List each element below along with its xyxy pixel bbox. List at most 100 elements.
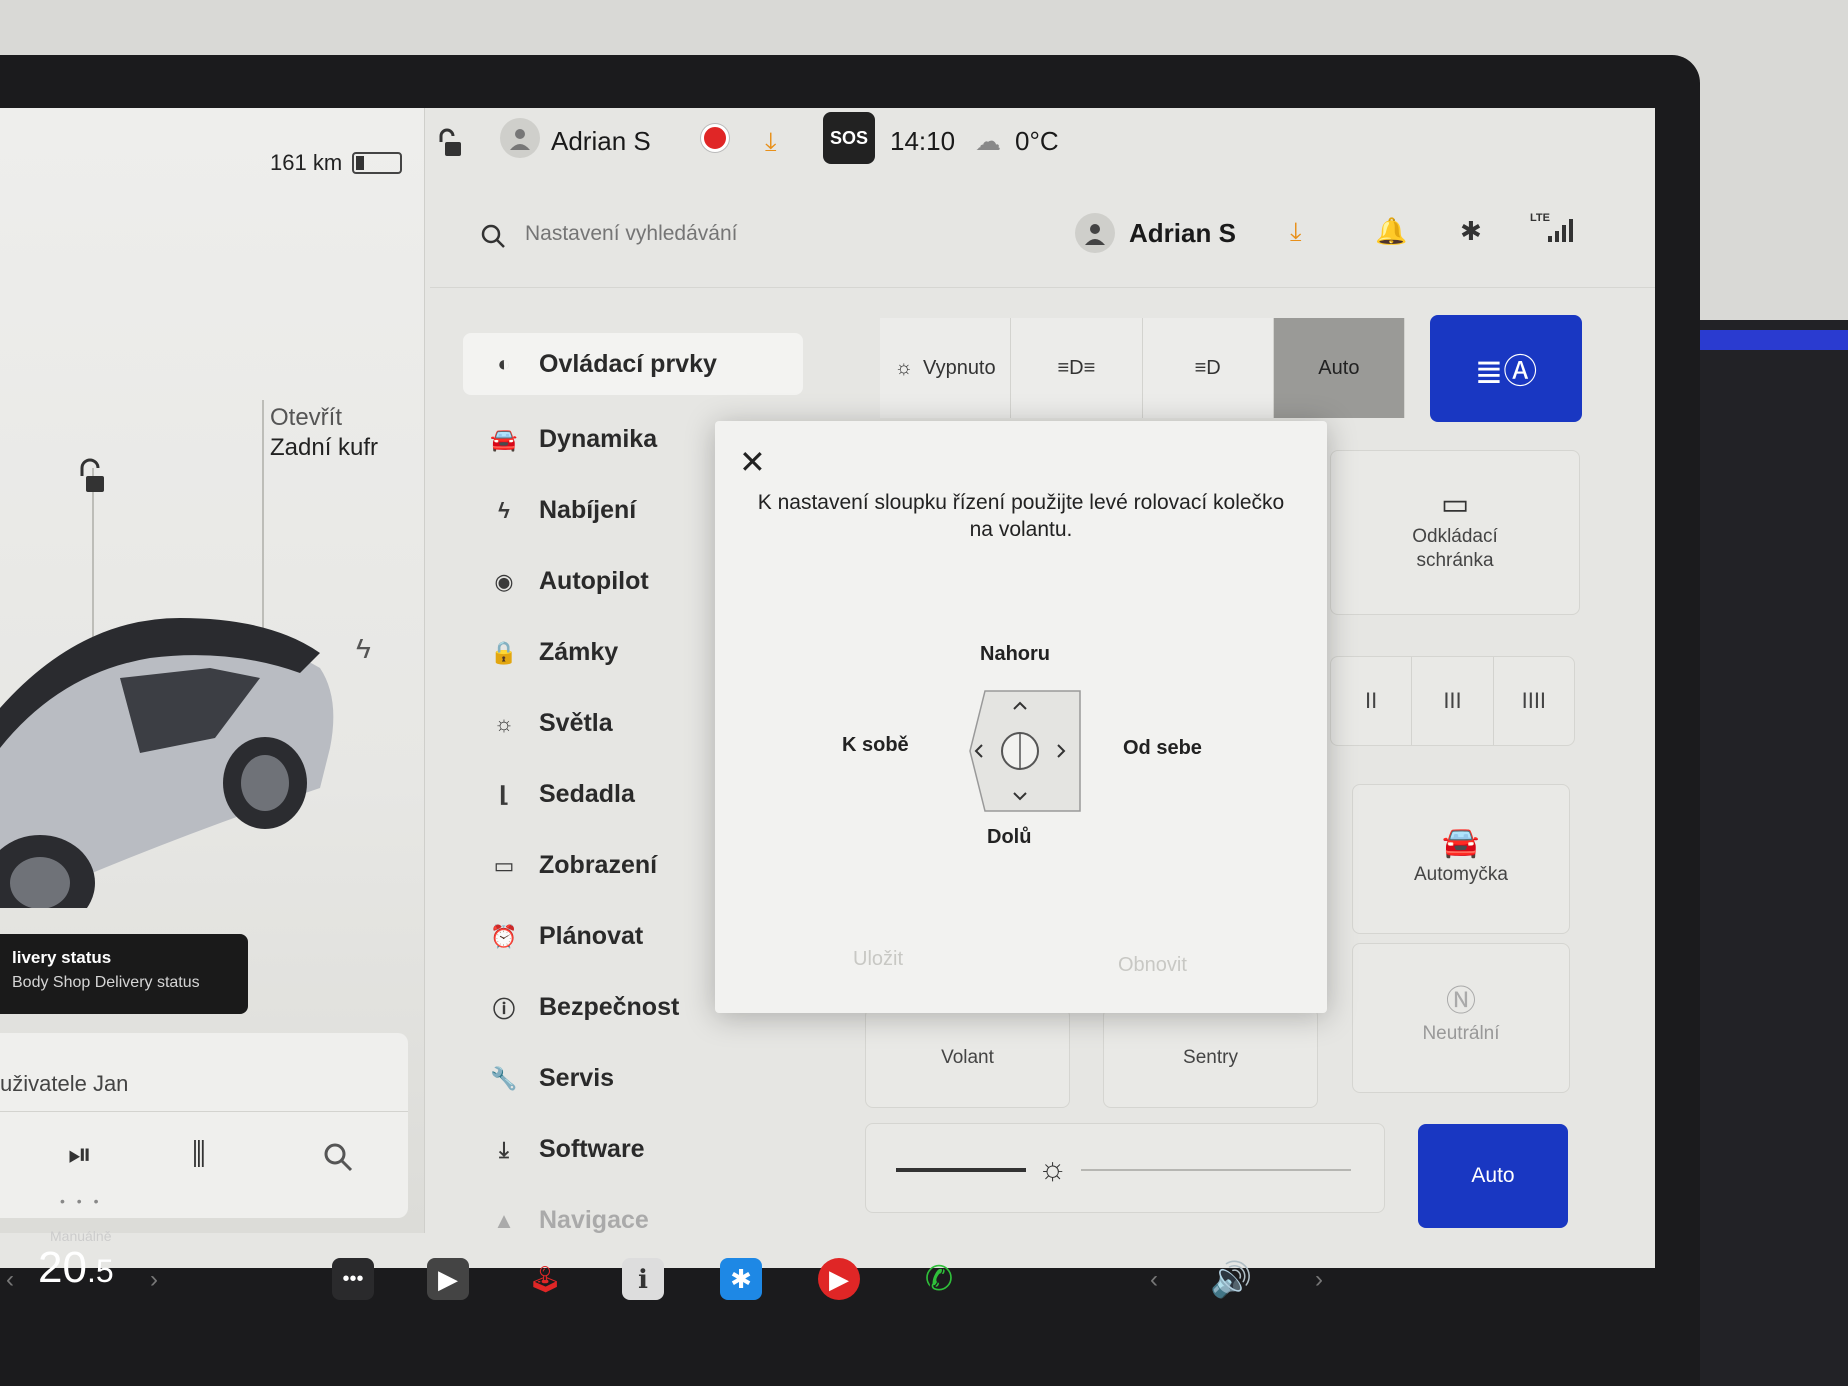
glovebox-label-1: Odkládací [1412,525,1498,547]
youtube-music-icon[interactable]: ▶ [818,1258,860,1300]
save-button[interactable]: Uložit [853,948,903,971]
delivery-title: livery status [12,948,112,967]
alert-icon: ⓘ [492,996,515,1022]
joystick-icon[interactable]: 🕹 [524,1258,566,1300]
battery-icon [352,152,403,174]
range-value: 161 km [270,150,343,175]
manual-icon[interactable]: ℹ [622,1258,664,1300]
phone-icon[interactable]: ✆ [918,1258,960,1300]
auto-high-beam-button[interactable]: ≣Ⓐ [1430,315,1582,422]
unlock-icon[interactable] [76,458,106,498]
lights-auto-label: Auto [1318,356,1360,379]
trunk-open-label: Otevřít [270,404,343,431]
menu-item-service[interactable]: 🔧 Servis [463,1043,803,1114]
profile-button[interactable]: Adrian S [1075,213,1236,253]
sentry-label: Sentry [1183,1047,1238,1068]
menu-item-label: Nabíjení [539,496,637,524]
equalizer-icon[interactable]: ⫼ [192,1138,206,1172]
volume-up-chevron-icon[interactable]: › [1315,1266,1323,1294]
glovebox-button[interactable]: ▭ Odkládací schránka [1330,450,1580,615]
volume-icon[interactable]: 🔊 [1210,1260,1252,1300]
auto-high-beam-icon: ≣Ⓐ [1474,353,1538,391]
car-status-pane: 161 km Otevřít Zadní kufr ϟ livery statu… [0,108,425,1233]
menu-item-label: Ovládací prvky [539,349,717,378]
parking-lights-option[interactable]: ≡D≡ [1011,318,1143,418]
cabin-temperature[interactable]: 20.5 [38,1243,114,1293]
steering-wheel-button[interactable]: Volant [865,1008,1070,1108]
neutral-button[interactable]: Ⓝ Neutrální [1352,943,1570,1093]
notification-bell-icon[interactable]: 🔔 [1375,216,1407,247]
menu-item-controls[interactable]: ◐ Ovládací prvky [463,333,803,395]
neutral-label: Neutrální [1422,1023,1500,1044]
software-update-icon[interactable]: ⤓ [765,126,777,158]
status-user-name[interactable]: Adrian S [551,126,651,157]
volume-down-chevron-icon[interactable]: ‹ [1150,1266,1158,1294]
carwash-icon: 🚘 [1442,826,1480,859]
outside-temperature: 0°C [1015,126,1059,156]
menu-item-label: Software [539,1135,645,1163]
headlight-mode-selector: ☼ Vypnuto ≡D≡ ≡D Auto [880,318,1405,418]
bolt-icon: ϟ [498,497,510,523]
more-apps-icon[interactable]: ••• [332,1258,374,1300]
menu-item-label: Zobrazení [539,851,658,879]
lights-off-option[interactable]: ☼ Vypnuto [880,318,1012,418]
brightness-auto-button[interactable]: Auto [1418,1124,1568,1228]
glovebox-icon: ▭ [1440,487,1470,521]
scroll-wheel-diagram [969,690,1081,812]
dashcam-record-icon[interactable] [701,124,729,152]
lights-off-label: Vypnuto [922,356,996,379]
trunk-open-button[interactable]: Otevřít Zadní kufr [270,403,378,463]
low-beam-option[interactable]: ≡D [1142,318,1274,418]
range-indicator: 161 km [270,150,403,176]
dialog-message: K nastavení sloupku řízení použijte levé… [757,491,1285,541]
menu-item-label: Světla [539,709,613,737]
user-avatar-icon[interactable] [500,118,540,158]
wiper-speed-3[interactable]: III [1412,657,1494,745]
carwash-button[interactable]: 🚘 Automyčka [1352,784,1570,934]
sos-button[interactable]: SOS [823,112,875,164]
play-next-icon[interactable]: ⏯ [68,1138,92,1172]
delivery-status-card[interactable]: livery status Body Shop Delivery status [0,934,248,1014]
menu-item-label: Autopilot [539,567,649,595]
restore-button[interactable]: Obnovit [1118,954,1187,977]
label-toward: K sobě [842,734,909,756]
label-away: Od sebe [1123,737,1202,759]
parking-lights-icon: ≡D≡ [1057,356,1096,379]
menu-item-label: Servis [539,1064,615,1092]
temp-down-chevron-icon[interactable]: ‹ [6,1266,14,1294]
lock-icon: 🔒 [490,639,518,665]
unlocked-car-icon[interactable] [437,128,463,158]
wiper-speed-2[interactable]: II [1331,657,1413,745]
glovebox-label-2: schránka [1416,549,1494,571]
screen: 161 km Otevřít Zadní kufr ϟ livery statu… [0,108,1655,1268]
weather-icon: ☁ [975,126,1001,156]
sentry-button[interactable]: Sentry [1103,1008,1318,1108]
bluetooth-icon[interactable]: ✱ [1460,216,1482,247]
theater-icon[interactable]: ▶ [427,1258,469,1300]
media-user-label: uživatele Jan [0,1071,129,1096]
menu-item-software[interactable]: ⤓ Software [463,1114,803,1185]
media-player: uživatele Jan ⏯ ⫼ • • • [0,1033,408,1218]
close-icon[interactable]: ✕ [739,443,766,481]
steering-label: Volant [941,1047,994,1068]
profile-name: Adrian S [1129,217,1236,248]
ambient-light-strip [1700,330,1848,350]
settings-header: Adrian S ⤓ 🔔 ✱ LTE [430,178,1655,288]
settings-search-input[interactable] [525,216,925,252]
temp-up-chevron-icon[interactable]: › [150,1266,158,1294]
brightness-sun-icon: ☼ [1038,1150,1068,1186]
brightness-slider[interactable]: ☼ [865,1123,1385,1213]
download-icon: ⤓ [499,1136,509,1162]
dashboard-edge [1700,320,1848,1386]
wiper-speed-4[interactable]: IIII [1494,657,1574,745]
alarm-icon: ⏰ [490,923,518,949]
bluetooth-app-icon[interactable]: ✱ [720,1258,762,1300]
menu-item-label: Zámky [539,638,619,666]
media-search-icon[interactable] [322,1141,354,1173]
clock: 14:10 [890,126,956,156]
lights-auto-option[interactable]: Auto [1273,318,1405,418]
wrench-icon: 🔧 [490,1065,518,1091]
climate-mode-label: Manuálně [50,1228,112,1244]
bottom-dock: ‹ Manuálně 20.5 › ••• ▶ 🕹 ℹ ✱ ▶ ✆ ‹ 🔊 › [0,1228,1655,1348]
download-icon[interactable]: ⤓ [1290,216,1302,248]
